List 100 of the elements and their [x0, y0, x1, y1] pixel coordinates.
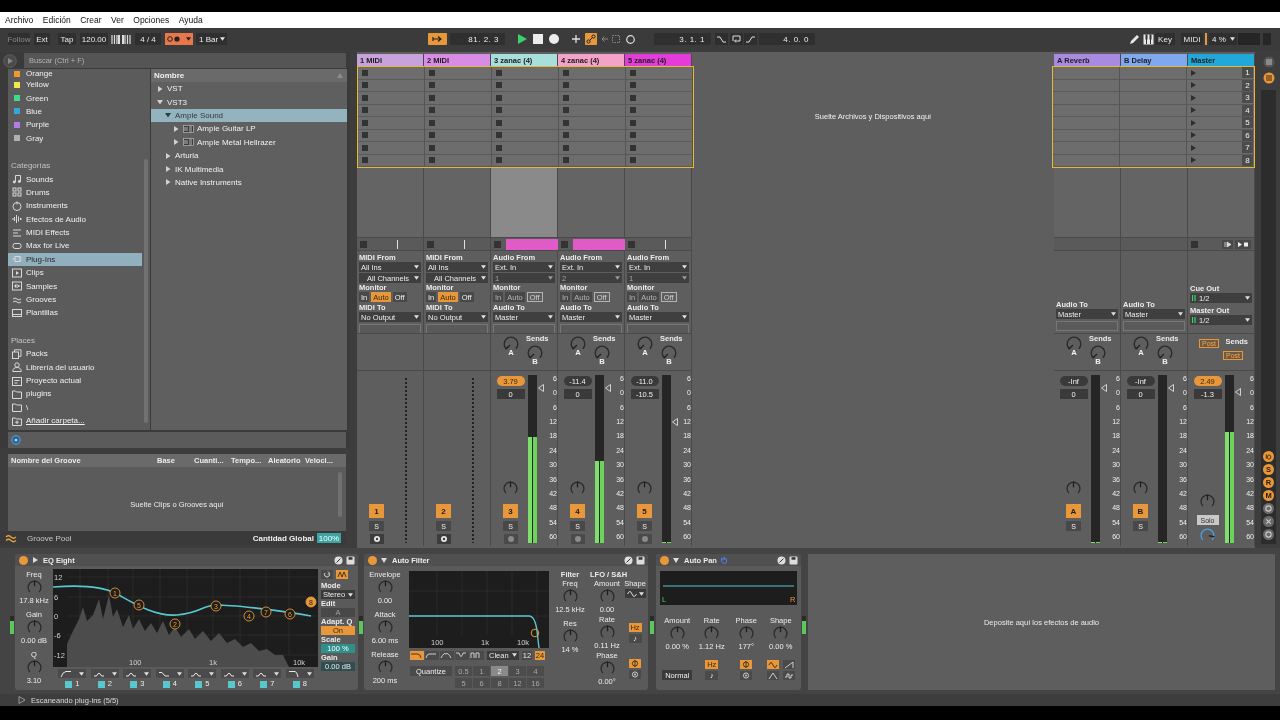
shape-dropdown[interactable]: [624, 589, 646, 598]
notch-icon[interactable]: [455, 650, 469, 660]
clip-stop-icon[interactable]: [427, 240, 434, 248]
status-dot-icon[interactable]: [368, 555, 377, 565]
link-icon[interactable]: [585, 33, 597, 45]
step-up-curve-icon[interactable]: [744, 33, 757, 45]
position-field[interactable]: 81. 2. 3: [450, 33, 505, 45]
sawtooth-icon[interactable]: [782, 660, 795, 669]
clip-slot[interactable]: [1120, 142, 1186, 155]
expanded-triangle-icon[interactable]: [165, 112, 171, 119]
track-activator-button[interactable]: 1: [369, 504, 384, 518]
clip-slot[interactable]: [626, 67, 692, 80]
clip-slot[interactable]: [1120, 92, 1186, 105]
category-item[interactable]: Samples: [8, 279, 142, 293]
collapsed-triangle-icon[interactable]: [157, 85, 163, 92]
clip-slot[interactable]: [559, 67, 625, 80]
slashed-circle-icon[interactable]: [777, 555, 786, 565]
value-field[interactable]: [1056, 321, 1118, 331]
circle-icon[interactable]: [1263, 503, 1274, 514]
loop-start-field[interactable]: 3. 1. 1: [654, 33, 711, 45]
clip-slot[interactable]: [358, 92, 424, 105]
time-signature-field[interactable]: 4 / 4: [135, 33, 161, 45]
dot-circle-icon[interactable]: [740, 671, 753, 680]
clip-slot[interactable]: [559, 117, 625, 130]
midi-map-button[interactable]: MIDI: [1181, 33, 1203, 45]
collection-item[interactable]: Yellow: [8, 78, 142, 92]
band-checkbox[interactable]: [97, 680, 105, 688]
collection-item[interactable]: Green: [8, 91, 142, 105]
value-field[interactable]: [426, 324, 488, 334]
back-arrow-icon[interactable]: [601, 35, 608, 43]
tree-item[interactable]: Ample Sound: [151, 108, 347, 123]
clip-slot[interactable]: [425, 142, 491, 155]
value-field[interactable]: [627, 324, 689, 334]
dashed-square-icon[interactable]: [612, 35, 620, 43]
highpass-icon[interactable]: [425, 650, 439, 660]
value-field[interactable]: [493, 324, 555, 334]
track-activator-button[interactable]: 4: [570, 504, 585, 518]
hand-icon[interactable]: [719, 556, 728, 564]
circle-icon[interactable]: [626, 34, 635, 44]
phi-icon[interactable]: [740, 660, 753, 669]
bars-circle-icon[interactable]: [1262, 72, 1275, 84]
collection-item[interactable]: Gray: [8, 131, 142, 145]
pencil-icon[interactable]: [1129, 33, 1140, 45]
filter-type-dropdown[interactable]: [58, 669, 87, 678]
menu-item[interactable]: Crear: [80, 15, 102, 25]
volume-handle-icon[interactable]: [1168, 384, 1174, 393]
band-checkbox[interactable]: [292, 680, 300, 688]
tempo-field[interactable]: 120.00: [80, 33, 108, 45]
band-checkbox[interactable]: [65, 680, 73, 688]
clip-slot[interactable]: [425, 92, 491, 105]
column-header[interactable]: Nombre: [151, 69, 347, 82]
tree-item[interactable]: Ample Metal Hellrazer: [151, 135, 347, 149]
ring-icon[interactable]: [11, 435, 21, 445]
place-item[interactable]: Proyecto actual: [8, 373, 142, 388]
place-item[interactable]: Packs: [8, 347, 142, 361]
tree-item[interactable]: VST: [151, 82, 347, 96]
menu-icon[interactable]: [1262, 56, 1275, 68]
category-item[interactable]: Plug-Ins: [8, 252, 142, 267]
bandpass-icon[interactable]: [440, 650, 454, 660]
clip-slot[interactable]: [1053, 92, 1119, 105]
arrow-toggle-icon[interactable]: [428, 33, 447, 45]
track-activator-button[interactable]: 2: [436, 504, 451, 518]
volume-handle-icon[interactable]: [1235, 387, 1241, 396]
place-item[interactable]: Librería del usuario: [8, 360, 142, 374]
clip-slot[interactable]: [559, 142, 625, 155]
status-dot-icon[interactable]: [19, 555, 28, 565]
value-field[interactable]: [359, 324, 421, 334]
close-circle-icon[interactable]: [1263, 516, 1274, 527]
clip-slot[interactable]: [492, 117, 558, 130]
circle-icon[interactable]: [1263, 529, 1274, 540]
band-checkbox[interactable]: [227, 680, 235, 688]
tree-item[interactable]: Ample Guitar LP: [151, 122, 347, 136]
clip-slot[interactable]: [492, 67, 558, 80]
collapsed-triangle-icon[interactable]: [173, 125, 179, 132]
collapsed-triangle-icon[interactable]: [165, 179, 171, 186]
tap-button[interactable]: Tap: [58, 33, 76, 45]
clip-stop-icon[interactable]: [494, 240, 501, 248]
random-wave-icon[interactable]: [782, 671, 795, 680]
vertical-bars-icon[interactable]: [122, 34, 131, 44]
category-item[interactable]: Grooves: [8, 292, 142, 307]
filter-type-dropdown[interactable]: [123, 669, 152, 678]
clip-stop-icon[interactable]: [628, 240, 635, 248]
collapsed-triangle-icon[interactable]: [165, 152, 171, 159]
double-arch-icon[interactable]: [470, 650, 484, 660]
metronome-button[interactable]: [165, 33, 193, 45]
volume-handle-icon[interactable]: [1101, 384, 1107, 393]
clip-slot[interactable]: [358, 117, 424, 130]
fold-triangle-icon[interactable]: [380, 556, 388, 564]
clip-slot[interactable]: [492, 142, 558, 155]
vertical-bars-icon[interactable]: [111, 34, 120, 44]
play-stop-icon[interactable]: [1235, 239, 1251, 249]
filter-type-dropdown[interactable]: [90, 669, 119, 678]
scene-slot[interactable]: 7: [1187, 142, 1254, 155]
clip-slot[interactable]: [425, 67, 491, 80]
status-dot-icon[interactable]: [660, 555, 669, 565]
slashed-circle-icon[interactable]: [334, 555, 343, 565]
scene-slot[interactable]: 3: [1187, 92, 1254, 105]
triangle-wave-icon[interactable]: [766, 671, 779, 680]
clip-slot[interactable]: [1053, 142, 1119, 155]
cpu-meter-dropdown[interactable]: 4 %: [1209, 33, 1237, 45]
